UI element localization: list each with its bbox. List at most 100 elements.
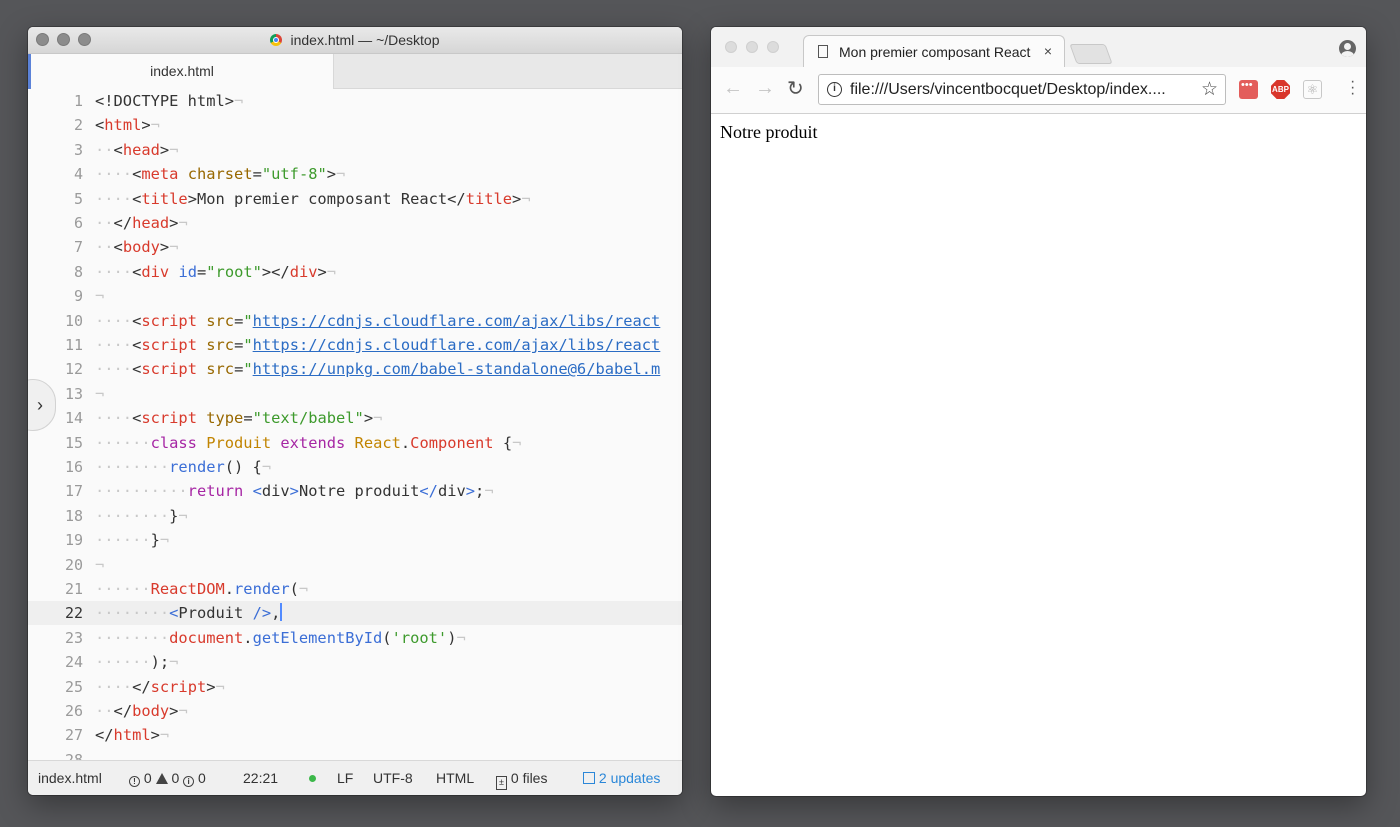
- editor-window-title: index.html — ~/Desktop: [28, 32, 682, 48]
- cursor-position[interactable]: 22:21: [243, 770, 278, 786]
- diff-file-icon: ±: [496, 776, 507, 790]
- line-number[interactable]: 11: [28, 333, 83, 357]
- url-text[interactable]: file:///Users/vincentbocquet/Desktop/ind…: [850, 81, 1166, 99]
- line-content: </html>¬: [95, 726, 170, 745]
- code-line[interactable]: 28: [28, 748, 682, 760]
- git-status-dot-icon: [309, 770, 316, 786]
- linter-status[interactable]: ! 0 0 i 0: [129, 770, 206, 787]
- code-line[interactable]: 16 ········render() {¬: [28, 455, 682, 479]
- code-line[interactable]: 7 ··<body>¬: [28, 235, 682, 259]
- page-content-text: Notre produit: [720, 122, 818, 142]
- line-content: ··</head>¬: [95, 214, 188, 232]
- info-icon: i: [183, 776, 195, 787]
- encoding-selector[interactable]: UTF-8: [373, 770, 413, 786]
- code-line[interactable]: 15 ······class Produit extends React.Comp…: [28, 431, 682, 455]
- line-content: ··········return <div>Notre produit</div…: [95, 482, 494, 501]
- code-line[interactable]: 25 ····</script>¬: [28, 675, 682, 699]
- line-number[interactable]: 5: [28, 187, 83, 211]
- line-number[interactable]: 12: [28, 357, 83, 381]
- code-line[interactable]: 12 ····<script src="https://unpkg.com/bab…: [28, 357, 682, 381]
- address-bar[interactable]: i file:///Users/vincentbocquet/Desktop/i…: [818, 74, 1226, 105]
- line-number[interactable]: 25: [28, 675, 83, 699]
- line-content: ··<head>¬: [95, 140, 179, 159]
- code-line[interactable]: 4 ····<meta charset="utf-8">¬: [28, 162, 682, 186]
- code-line[interactable]: 23 ········document.getElementById('root'…: [28, 626, 682, 650]
- line-number[interactable]: 20: [28, 553, 83, 577]
- editor-tab-index-html[interactable]: index.html: [28, 54, 334, 89]
- line-number[interactable]: 22: [28, 601, 83, 625]
- code-line[interactable]: 22 ········<Produit />,: [28, 601, 682, 626]
- reload-icon[interactable]: ↻: [787, 76, 804, 101]
- package-updates[interactable]: 2 updates: [583, 770, 660, 786]
- line-number[interactable]: 10: [28, 309, 83, 333]
- editor-tab-bar: index.html: [28, 54, 682, 89]
- code-line[interactable]: 5 ····<title>Mon premier composant React<…: [28, 187, 682, 211]
- close-tab-icon[interactable]: ×: [1044, 43, 1052, 59]
- code-line[interactable]: 20 ¬: [28, 553, 682, 577]
- browser-tab[interactable]: Mon premier composant React ×: [803, 35, 1065, 67]
- line-ending-selector[interactable]: LF: [337, 770, 353, 786]
- line-number[interactable]: 4: [28, 162, 83, 186]
- line-number[interactable]: 7: [28, 235, 83, 259]
- status-bar: index.html ! 0 0 i 0 22:21 LF UTF-8 HTML…: [28, 760, 682, 795]
- code-line[interactable]: 3 ··<head>¬: [28, 138, 682, 162]
- line-number[interactable]: 15: [28, 431, 83, 455]
- code-line[interactable]: 19 ······}¬: [28, 528, 682, 552]
- line-number[interactable]: 28: [28, 748, 83, 760]
- grammar-selector[interactable]: HTML: [436, 770, 474, 786]
- line-number[interactable]: 27: [28, 723, 83, 747]
- browser-menu-icon[interactable]: · · ·: [1350, 74, 1355, 102]
- code-line[interactable]: 10 ····<script src="https://cdnjs.cloudfl…: [28, 309, 682, 333]
- password-extension-icon[interactable]: [1239, 79, 1258, 99]
- line-number[interactable]: 23: [28, 626, 83, 650]
- package-icon: [583, 772, 595, 784]
- code-line[interactable]: 17 ··········return <div>Notre produit</d…: [28, 479, 682, 503]
- profile-icon[interactable]: [1339, 40, 1356, 57]
- forward-arrow-icon[interactable]: →: [755, 77, 775, 100]
- line-content: ········render() {¬: [95, 458, 272, 476]
- line-number[interactable]: 16: [28, 455, 83, 479]
- line-number[interactable]: 19: [28, 528, 83, 552]
- browser-maximize-window-button[interactable]: [767, 41, 779, 53]
- code-line[interactable]: 24 ······);¬: [28, 650, 682, 674]
- bookmark-star-icon[interactable]: ☆: [1201, 78, 1218, 101]
- line-number[interactable]: 3: [28, 138, 83, 162]
- status-file-name[interactable]: index.html: [38, 770, 102, 786]
- code-editor[interactable]: 1 <!DOCTYPE html>¬ 2 <html>¬ 3 ··<head>¬ 4 ····…: [28, 88, 682, 760]
- code-line[interactable]: 18 ········}¬: [28, 504, 682, 528]
- line-content: ¬: [95, 287, 105, 306]
- line-number[interactable]: 1: [28, 89, 83, 113]
- line-number[interactable]: 18: [28, 504, 83, 528]
- code-line[interactable]: 9 ¬: [28, 284, 682, 308]
- code-line[interactable]: 26 ··</body>¬: [28, 699, 682, 723]
- line-number[interactable]: 8: [28, 260, 83, 284]
- line-number[interactable]: 24: [28, 650, 83, 674]
- adblock-extension-icon[interactable]: ABP: [1271, 80, 1290, 99]
- line-content: ····<script type="text/babel">¬: [95, 409, 383, 428]
- line-number[interactable]: 9: [28, 284, 83, 308]
- code-line[interactable]: 6 ··</head>¬: [28, 211, 682, 235]
- line-number[interactable]: 17: [28, 479, 83, 503]
- new-tab-button[interactable]: [1069, 44, 1113, 64]
- code-line[interactable]: 14 ····<script type="text/babel">¬: [28, 406, 682, 430]
- browser-minimize-window-button[interactable]: [746, 41, 758, 53]
- react-devtools-icon[interactable]: ⚛: [1303, 80, 1322, 99]
- git-files[interactable]: ± 0 files: [496, 770, 547, 790]
- line-number[interactable]: 26: [28, 699, 83, 723]
- editor-window: index.html — ~/Desktop index.html 1 <!DOC…: [28, 27, 682, 795]
- warning-icon: [155, 773, 168, 784]
- code-line[interactable]: 21 ······ReactDOM.render(¬: [28, 577, 682, 601]
- code-line[interactable]: 27 </html>¬: [28, 723, 682, 747]
- code-line[interactable]: 2 <html>¬: [28, 113, 682, 137]
- line-number[interactable]: 21: [28, 577, 83, 601]
- line-number[interactable]: 2: [28, 113, 83, 137]
- code-line[interactable]: 11 ····<script src="https://cdnjs.cloudfl…: [28, 333, 682, 357]
- line-number[interactable]: 6: [28, 211, 83, 235]
- browser-close-window-button[interactable]: [725, 41, 737, 53]
- code-line[interactable]: 8 ····<div id="root"></div>¬: [28, 260, 682, 284]
- page-icon: [818, 45, 828, 58]
- code-line[interactable]: 1 <!DOCTYPE html>¬: [28, 89, 682, 113]
- back-arrow-icon[interactable]: ←: [723, 77, 743, 100]
- code-line[interactable]: 13 ¬: [28, 382, 682, 406]
- info-icon[interactable]: i: [827, 82, 842, 97]
